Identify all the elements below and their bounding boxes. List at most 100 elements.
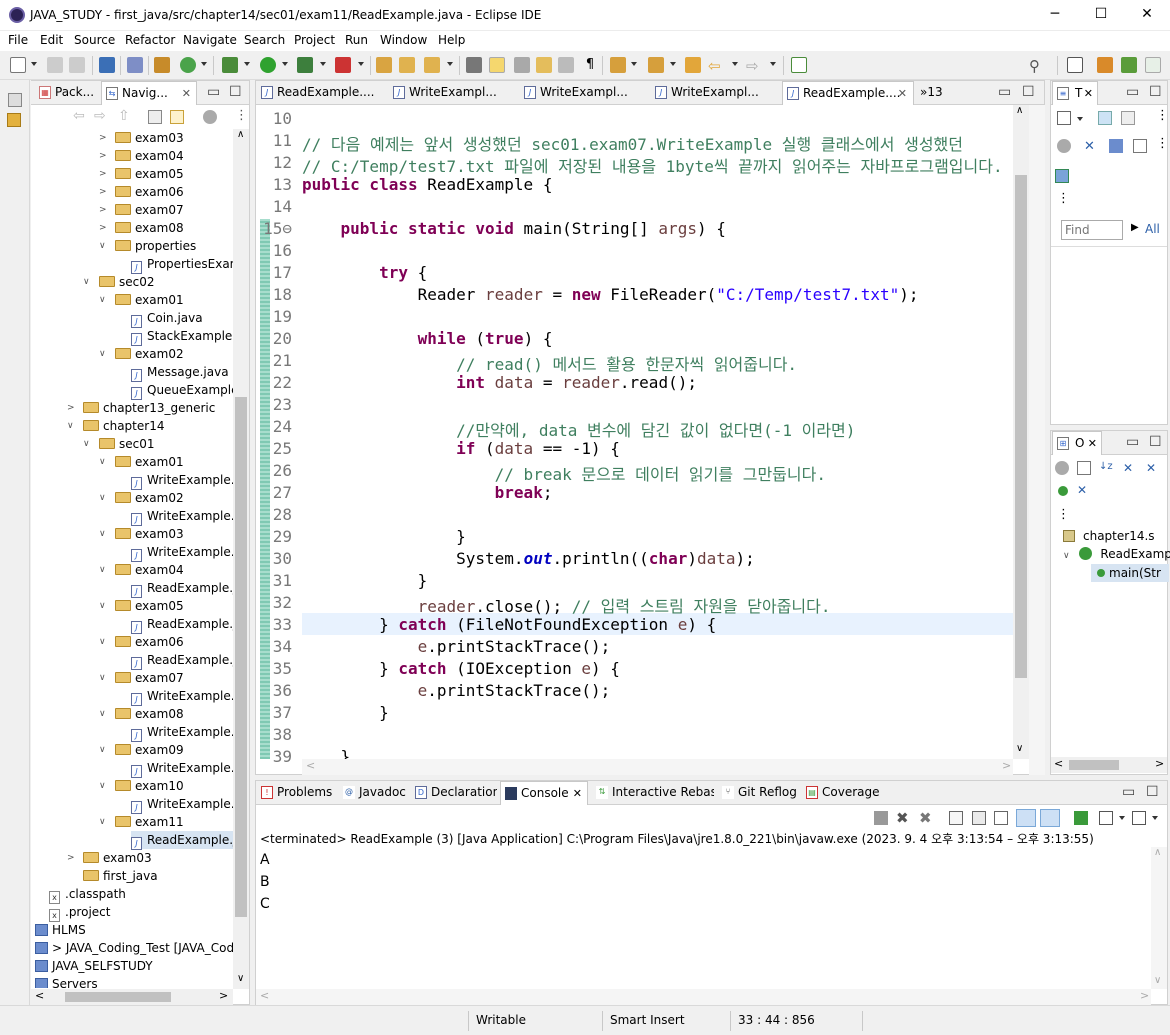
forward-dropdown-icon[interactable] (770, 62, 776, 66)
scheduled-icon[interactable] (1121, 111, 1135, 125)
tab-javadoc[interactable]: @ Javadoc (339, 781, 409, 805)
editor-vscroll[interactable]: ∧ ∨ (1013, 105, 1029, 759)
remove-launch-icon[interactable]: ✖ (896, 809, 910, 827)
tree-item[interactable]: JWriteExample.java (131, 795, 233, 814)
terminal-icon[interactable] (99, 57, 115, 73)
prev-annotation-dropdown-icon[interactable] (670, 62, 676, 66)
remove-all-icon[interactable]: ✖ (919, 809, 933, 827)
minimize-view-icon[interactable]: ▭ (1126, 434, 1139, 450)
public-members-icon[interactable] (1058, 486, 1068, 496)
tree-item[interactable]: ∨ exam01 (99, 453, 184, 471)
tab-declaration[interactable]: D Declaration (411, 781, 497, 805)
code-line[interactable]: Reader reader = new FileReader("C:/Temp/… (302, 285, 919, 307)
tree-item[interactable]: > exam03 (99, 129, 184, 147)
show-stdout-icon[interactable] (1016, 809, 1036, 827)
forward-nav-icon[interactable]: ⇨ (94, 108, 106, 124)
outline-hscroll[interactable]: < > (1051, 757, 1167, 773)
pin-editor-icon[interactable] (791, 57, 807, 73)
menu-source[interactable]: Source (74, 33, 115, 47)
sync-icon[interactable] (1109, 139, 1123, 153)
categorized-icon[interactable] (1098, 111, 1112, 125)
new-task-dropdown-icon[interactable] (1077, 117, 1083, 121)
tree-item[interactable]: JReadExample.java (131, 651, 233, 670)
hide-nonpublic-icon[interactable]: ✕ (1077, 483, 1091, 497)
next-annotation-dropdown-icon[interactable] (631, 62, 637, 66)
restore-icon[interactable] (8, 93, 22, 107)
editor-tab-2[interactable]: J WriteExampl... (389, 81, 515, 105)
tree-item[interactable]: x .classpath (49, 885, 126, 904)
console-output[interactable]: A B C (260, 849, 270, 915)
outline-package[interactable]: chapter14.s (1063, 529, 1155, 543)
menu-file[interactable]: File (8, 33, 28, 47)
scroll-up-icon[interactable]: ∧ (237, 129, 244, 140)
outline-hscroll-thumb[interactable] (1069, 760, 1119, 770)
scroll-up-icon[interactable]: ∧ (1016, 105, 1023, 116)
git-repositories-icon[interactable] (7, 113, 21, 127)
view-menu-icon[interactable]: ⋮ (235, 108, 248, 123)
tree-item[interactable]: JReadExample.java (131, 831, 233, 850)
clear-console-icon[interactable] (949, 811, 963, 825)
chevron-right-icon[interactable]: > (99, 129, 107, 147)
tree-item[interactable]: JReadExample.java (131, 579, 233, 598)
chevron-down-icon[interactable]: ∨ (99, 561, 106, 579)
scroll-left-icon[interactable]: < (35, 989, 44, 1002)
code-line[interactable]: } (302, 527, 466, 549)
run-dropdown-icon[interactable] (282, 62, 288, 66)
search-tool-icon[interactable] (424, 57, 440, 73)
tree-item[interactable]: ∨ exam07 (99, 669, 184, 687)
tree-item[interactable]: ∨ exam05 (99, 597, 184, 615)
filter-icon[interactable] (203, 110, 217, 124)
tree-item[interactable]: ∨ exam04 (99, 561, 184, 579)
scroll-right-icon[interactable]: > (219, 989, 228, 1002)
tree-item[interactable]: JWriteExample.java (131, 759, 233, 778)
code-line[interactable]: try { (302, 263, 427, 285)
tree-item[interactable]: > exam08 (99, 219, 184, 237)
tree-item[interactable]: HLMS (35, 921, 86, 939)
chevron-down-icon[interactable]: ∨ (99, 291, 106, 309)
scroll-right-icon[interactable]: > (1155, 757, 1164, 770)
tab-git-reflog[interactable]: ⑂ Git Reflog (718, 781, 798, 805)
code-line[interactable]: int data = reader.read(); (302, 373, 697, 395)
chevron-down-icon[interactable]: ∨ (1063, 551, 1070, 561)
tree-item[interactable]: > chapter13_generic (67, 399, 215, 417)
code-line[interactable]: // read() 메서드 활용 한문자씩 읽어줍니다. (302, 351, 797, 374)
pilcrow-icon[interactable]: ¶ (582, 57, 598, 73)
code-line[interactable]: } catch (FileNotFoundException e) { (302, 615, 716, 637)
all-filter-link[interactable]: All (1145, 222, 1160, 236)
tree-item[interactable]: ∨ exam01 (99, 291, 184, 309)
tree-item[interactable]: > JAVA_Coding_Test [JAVA_Codir (35, 939, 233, 957)
chevron-down-icon[interactable]: ∨ (99, 777, 106, 795)
run-icon[interactable] (260, 57, 276, 73)
code-line[interactable]: // break 문으로 데이터 읽기를 그만둡니다. (302, 461, 826, 484)
open-task-icon[interactable] (399, 57, 415, 73)
coverage-icon[interactable] (297, 57, 313, 73)
maximize-view-icon[interactable]: ☐ (1149, 84, 1162, 100)
hide-static-icon[interactable]: ✕ (1146, 461, 1160, 475)
chevron-right-icon[interactable]: > (99, 165, 107, 183)
scroll-right-icon[interactable]: > (1140, 989, 1149, 1002)
menu-refactor[interactable]: Refactor (125, 33, 175, 47)
navigator-hscroll[interactable]: < > (31, 989, 233, 1005)
chevron-right-icon[interactable]: > (99, 183, 107, 201)
code-line[interactable]: public class ReadExample { (302, 175, 552, 197)
word-wrap-console-icon[interactable] (994, 811, 1008, 825)
tab-console[interactable]: Console ✕ (500, 781, 588, 805)
close-icon[interactable]: ✕ (1084, 82, 1093, 105)
navigator-hscroll-thumb[interactable] (65, 992, 171, 1002)
tab-navigator[interactable]: ⇆ Navig... ✕ (101, 81, 197, 105)
minimize-view-icon[interactable]: ▭ (1122, 784, 1135, 800)
hide-completed-icon[interactable]: ✕ (1084, 139, 1098, 154)
chevron-down-icon[interactable]: ∨ (99, 345, 106, 363)
tree-item[interactable]: ∨ exam09 (99, 741, 184, 759)
close-icon[interactable]: ✕ (1088, 432, 1097, 455)
display-console-dropdown-icon[interactable] (1119, 816, 1125, 820)
code-line[interactable]: break; (302, 483, 553, 505)
java-perspective-icon[interactable] (1097, 57, 1113, 73)
tab-package-explorer[interactable]: ▦ Pack... (35, 81, 98, 105)
tree-item[interactable]: ∨ exam02 (99, 489, 184, 507)
editor-tab-3[interactable]: J WriteExampl... (520, 81, 646, 105)
next-annotation-icon[interactable] (610, 57, 626, 73)
status-insert-mode[interactable]: Smart Insert (610, 1013, 685, 1027)
code-line[interactable]: e.printStackTrace(); (302, 681, 611, 703)
open-perspective-icon[interactable] (1067, 57, 1083, 73)
